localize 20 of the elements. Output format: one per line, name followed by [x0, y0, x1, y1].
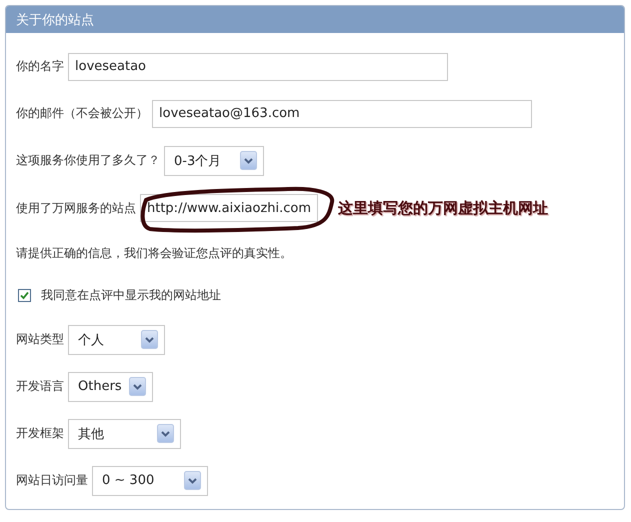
field-label: 你的名字: [16, 58, 64, 75]
dropdown[interactable]: Others: [68, 372, 153, 402]
dropdown[interactable]: 0-3个月: [164, 146, 264, 176]
input-field[interactable]: loveseatao@163.com: [152, 100, 532, 128]
field-label: 网站类型: [16, 331, 64, 348]
field-label: 这项服务你使用了多久了？: [16, 152, 160, 169]
annotation-text: 这里填写您的万网虚拟主机网址: [338, 198, 548, 218]
panel-title: 关于你的站点: [6, 6, 624, 33]
field-label: 开发语言: [16, 378, 64, 395]
input-field[interactable]: http://www.aixiaozhi.com: [140, 194, 318, 222]
field-label: 你的邮件（不会被公开）: [16, 105, 148, 122]
field-label: 开发框架: [16, 425, 64, 442]
field-label: 使用了万网服务的站点: [16, 200, 136, 216]
checkbox-label: 我同意在点评中显示我的网站地址: [41, 286, 221, 304]
dropdown[interactable]: 个人: [68, 324, 165, 354]
input-field[interactable]: loveseatao: [68, 52, 448, 80]
dropdown[interactable]: 其他: [68, 418, 181, 448]
dropdown[interactable]: 0 ~ 300: [92, 466, 208, 496]
field-label: 网站日访问量: [16, 472, 88, 489]
info-text: 请提供正确的信息，我们将会验证您点评的真实性。: [16, 244, 292, 262]
